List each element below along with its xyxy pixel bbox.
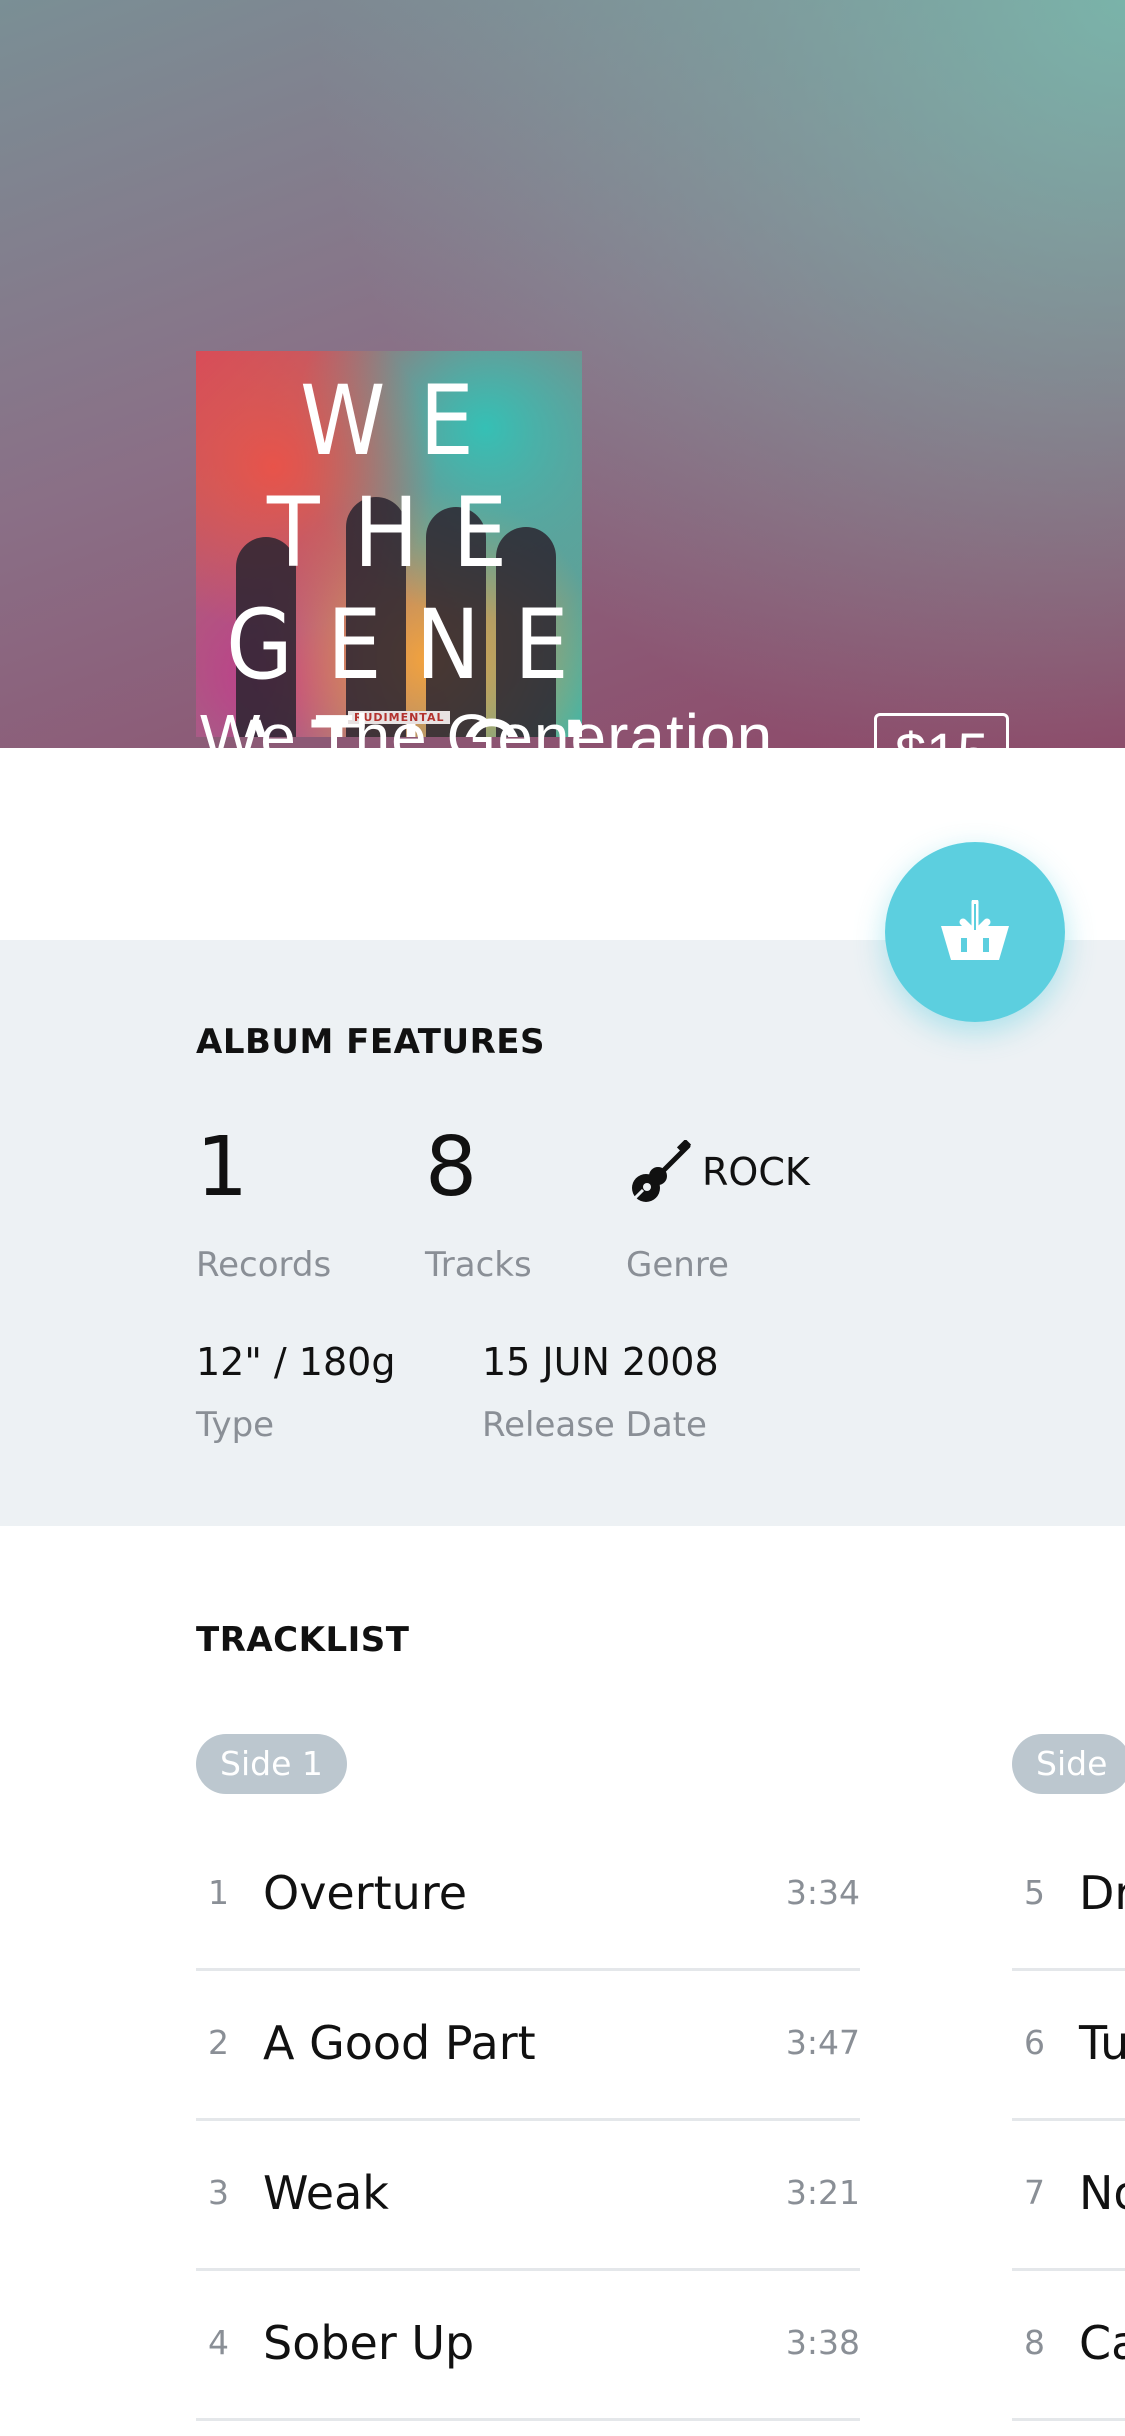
- tracks-label: Tracks: [425, 1245, 532, 1285]
- side-2-tag[interactable]: Side 2: [1012, 1734, 1125, 1843]
- basket-download-icon: [941, 900, 1009, 960]
- track-number: 3: [208, 2173, 229, 2212]
- track-row[interactable]: 8 Ca: [1012, 2268, 1125, 2421]
- records-label: Records: [196, 1245, 332, 1285]
- track-name: Weak: [263, 2166, 389, 2220]
- track-row[interactable]: 7 No: [1012, 2118, 1125, 2271]
- add-to-basket-button[interactable]: [885, 842, 1065, 1022]
- album-cover[interactable]: WE THE GENER ATION RUDIMENTAL: [196, 351, 582, 737]
- track-name: Overture: [263, 1866, 468, 1920]
- track-name: Dr: [1079, 1866, 1125, 1920]
- track-number: 7: [1024, 2173, 1045, 2212]
- tracks-count: 8: [425, 1120, 478, 1215]
- features-title: ALBUM FEATURES: [196, 1022, 545, 1062]
- track-name: No: [1079, 2166, 1125, 2220]
- track-row[interactable]: 4 Sober Up 3:38: [196, 2268, 860, 2421]
- album-hero: WE THE GENER ATION RUDIMENTAL We The Gen…: [0, 0, 1125, 748]
- track-row[interactable]: 1 Overture 3:34: [196, 1818, 860, 1971]
- cover-title-art: WE THE GENER ATION: [226, 365, 582, 737]
- release-date-label: Release Date: [482, 1405, 707, 1445]
- track-duration: 3:21: [785, 2173, 860, 2212]
- track-row[interactable]: 6 Tu: [1012, 1968, 1125, 2121]
- track-number: 8: [1024, 2323, 1045, 2362]
- track-name: Sober Up: [263, 2316, 475, 2370]
- type-label: Type: [196, 1405, 275, 1445]
- track-number: 4: [208, 2323, 229, 2362]
- track-duration: 3:47: [785, 2023, 860, 2062]
- track-number: 1: [208, 1873, 229, 1912]
- genre-value: ROCK: [702, 1150, 810, 1194]
- album-features-section: ALBUM FEATURES 1 Records 8 Tracks ROCK G…: [0, 940, 1125, 1526]
- track-name: Ca: [1079, 2316, 1125, 2370]
- track-row[interactable]: 2 A Good Part 3:47: [196, 1968, 860, 2121]
- track-duration: 3:38: [785, 2323, 860, 2362]
- price-badge: $15: [874, 713, 1010, 748]
- track-number: 2: [208, 2023, 229, 2062]
- genre-label: Genre: [626, 1245, 729, 1285]
- track-duration: 3:34: [785, 1873, 860, 1912]
- track-name: A Good Part: [263, 2016, 536, 2070]
- records-count: 1: [196, 1120, 249, 1215]
- type-value: 12" / 180g: [196, 1340, 396, 1384]
- release-date-value: 15 JUN 2008: [482, 1340, 719, 1384]
- track-number: 5: [1024, 1873, 1045, 1912]
- track-row[interactable]: 5 Dr: [1012, 1818, 1125, 1971]
- side-1-tag[interactable]: Side 1: [196, 1734, 347, 1794]
- track-number: 6: [1024, 2023, 1045, 2062]
- album-title: We The Generation: [200, 701, 774, 748]
- track-name: Tu: [1079, 2016, 1125, 2070]
- tracklist-title: TRACKLIST: [196, 1620, 410, 1660]
- track-row[interactable]: 3 Weak 3:21: [196, 2118, 860, 2271]
- guitar-icon: [626, 1138, 694, 1208]
